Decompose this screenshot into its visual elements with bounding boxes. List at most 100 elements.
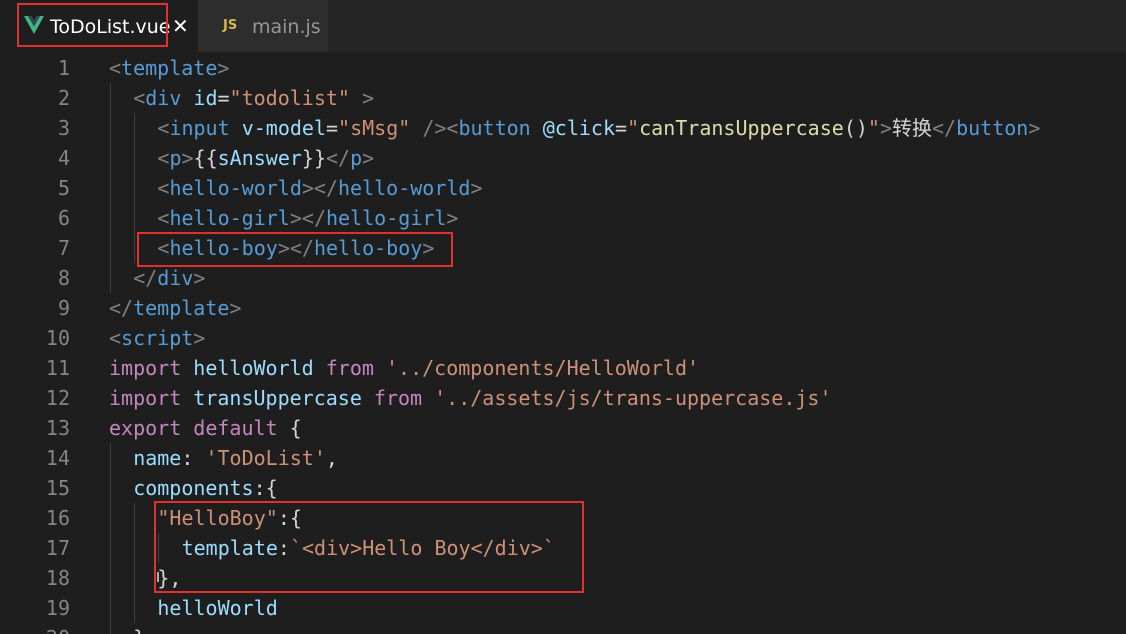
- code-token: <: [109, 326, 122, 350]
- code-token: helloWorld: [193, 356, 314, 380]
- indent-guide: [110, 563, 111, 593]
- code-token: button: [458, 116, 531, 140]
- code-token: hello-world: [338, 176, 471, 200]
- code-token: (): [843, 116, 868, 140]
- code-token: div: [145, 86, 182, 110]
- code-token: </: [133, 266, 158, 290]
- code-text: name: 'ToDoList',: [133, 443, 338, 473]
- code-token: "todolist": [229, 86, 350, 110]
- line-number: 13: [45, 416, 70, 440]
- code-line[interactable]: 3 <input v-model="sMsg" /><button @click=…: [0, 113, 1126, 143]
- code-text: export default {: [109, 413, 302, 443]
- code-token: hello-girl: [325, 206, 447, 230]
- code-text: <hello-girl></hello-girl>: [157, 203, 458, 233]
- code-token: hello-girl: [169, 206, 290, 230]
- code-text: <script>: [109, 323, 205, 353]
- code-token: name: [133, 446, 182, 470]
- code-line[interactable]: 6 <hello-girl></hello-girl>: [0, 203, 1126, 233]
- code-text: import transUppercase from '../assets/js…: [109, 383, 832, 413]
- code-token: >: [1028, 116, 1041, 140]
- indent-guide: [134, 113, 136, 143]
- code-line[interactable]: 14 name: 'ToDoList',: [0, 443, 1126, 473]
- code-token: template: [121, 56, 218, 80]
- code-token: =: [217, 86, 230, 110]
- code-text: <template>: [109, 53, 229, 83]
- code-token: ></: [289, 206, 326, 230]
- indent-guide: [110, 173, 111, 203]
- code-token: >: [446, 206, 459, 230]
- code-token: '../components/HelloWorld': [385, 356, 700, 380]
- line-number: 19: [45, 596, 70, 620]
- code-line[interactable]: 10 <script>: [0, 323, 1126, 353]
- indent-guide: [110, 623, 111, 634]
- code-token: <: [157, 206, 170, 230]
- code-token: =: [615, 116, 628, 140]
- line-number: 3: [57, 116, 70, 140]
- code-token: /><: [422, 116, 459, 140]
- indent-guide: [110, 533, 111, 563]
- code-line[interactable]: 4 <p>{{sAnswer}}</p>: [0, 143, 1126, 173]
- code-token: hello-world: [169, 176, 302, 200]
- line-number: 8: [57, 266, 70, 290]
- code-line[interactable]: 13 export default {: [0, 413, 1126, 443]
- code-token: default: [193, 416, 278, 440]
- code-token: button: [956, 116, 1029, 140]
- code-text: helloWorld: [157, 593, 277, 623]
- code-line[interactable]: 8 </div>: [0, 263, 1126, 293]
- code-token: '../assets/js/trans-uppercase.js': [434, 386, 832, 410]
- code-token: >: [181, 146, 194, 170]
- code-line[interactable]: 19 helloWorld: [0, 593, 1126, 623]
- text-cursor: [157, 572, 159, 582]
- code-line[interactable]: 9 </template>: [0, 293, 1126, 323]
- code-token: ": [627, 116, 640, 140]
- code-text: </div>: [133, 263, 205, 293]
- indent-guide: [134, 173, 136, 203]
- code-token: >: [362, 146, 375, 170]
- code-token: ,: [325, 446, 338, 470]
- code-token: helloWorld: [157, 596, 278, 620]
- code-token: div: [157, 266, 194, 290]
- line-number: 10: [45, 326, 70, 350]
- code-token: :: [181, 446, 206, 470]
- code-line[interactable]: 15 components:{: [0, 473, 1126, 503]
- indent-guide: [110, 503, 111, 533]
- code-text: <p>{{sAnswer}}</p>: [157, 143, 374, 173]
- code-token: id: [193, 86, 218, 110]
- highlight-box-helloboy-component: [154, 501, 584, 593]
- indent-guide: [110, 233, 111, 263]
- code-token: {: [277, 416, 302, 440]
- highlight-box-tab: [17, 3, 168, 47]
- code-token: =: [326, 116, 339, 140]
- code-token: >: [362, 86, 375, 110]
- js-icon: JS: [223, 18, 238, 33]
- code-line[interactable]: 20},: [0, 623, 1126, 634]
- indent-guide: [134, 143, 136, 173]
- indent-guide: [110, 593, 111, 623]
- tab-main-js[interactable]: JS main.js: [198, 0, 328, 52]
- code-text: },: [133, 623, 157, 634]
- code-token: <: [157, 146, 170, 170]
- code-line[interactable]: 12 import transUppercase from '../assets/…: [0, 383, 1126, 413]
- indent-guide: [134, 533, 136, 563]
- code-token: >: [879, 116, 892, 140]
- code-line[interactable]: 5 <hello-world></hello-world>: [0, 173, 1126, 203]
- code-token: ": [867, 116, 880, 140]
- close-icon[interactable]: ✕: [172, 14, 189, 38]
- code-line[interactable]: 2 <div id="todolist" >: [0, 83, 1126, 113]
- code-line[interactable]: 11 import helloWorld from '../components/…: [0, 353, 1126, 383]
- code-token: <: [157, 176, 170, 200]
- indent-guide: [110, 443, 111, 473]
- code-line[interactable]: 1 <template>: [0, 53, 1126, 83]
- code-token: components: [133, 476, 254, 500]
- code-token: >: [470, 176, 483, 200]
- indent-guide: [134, 593, 136, 623]
- code-token: transUppercase: [193, 386, 362, 410]
